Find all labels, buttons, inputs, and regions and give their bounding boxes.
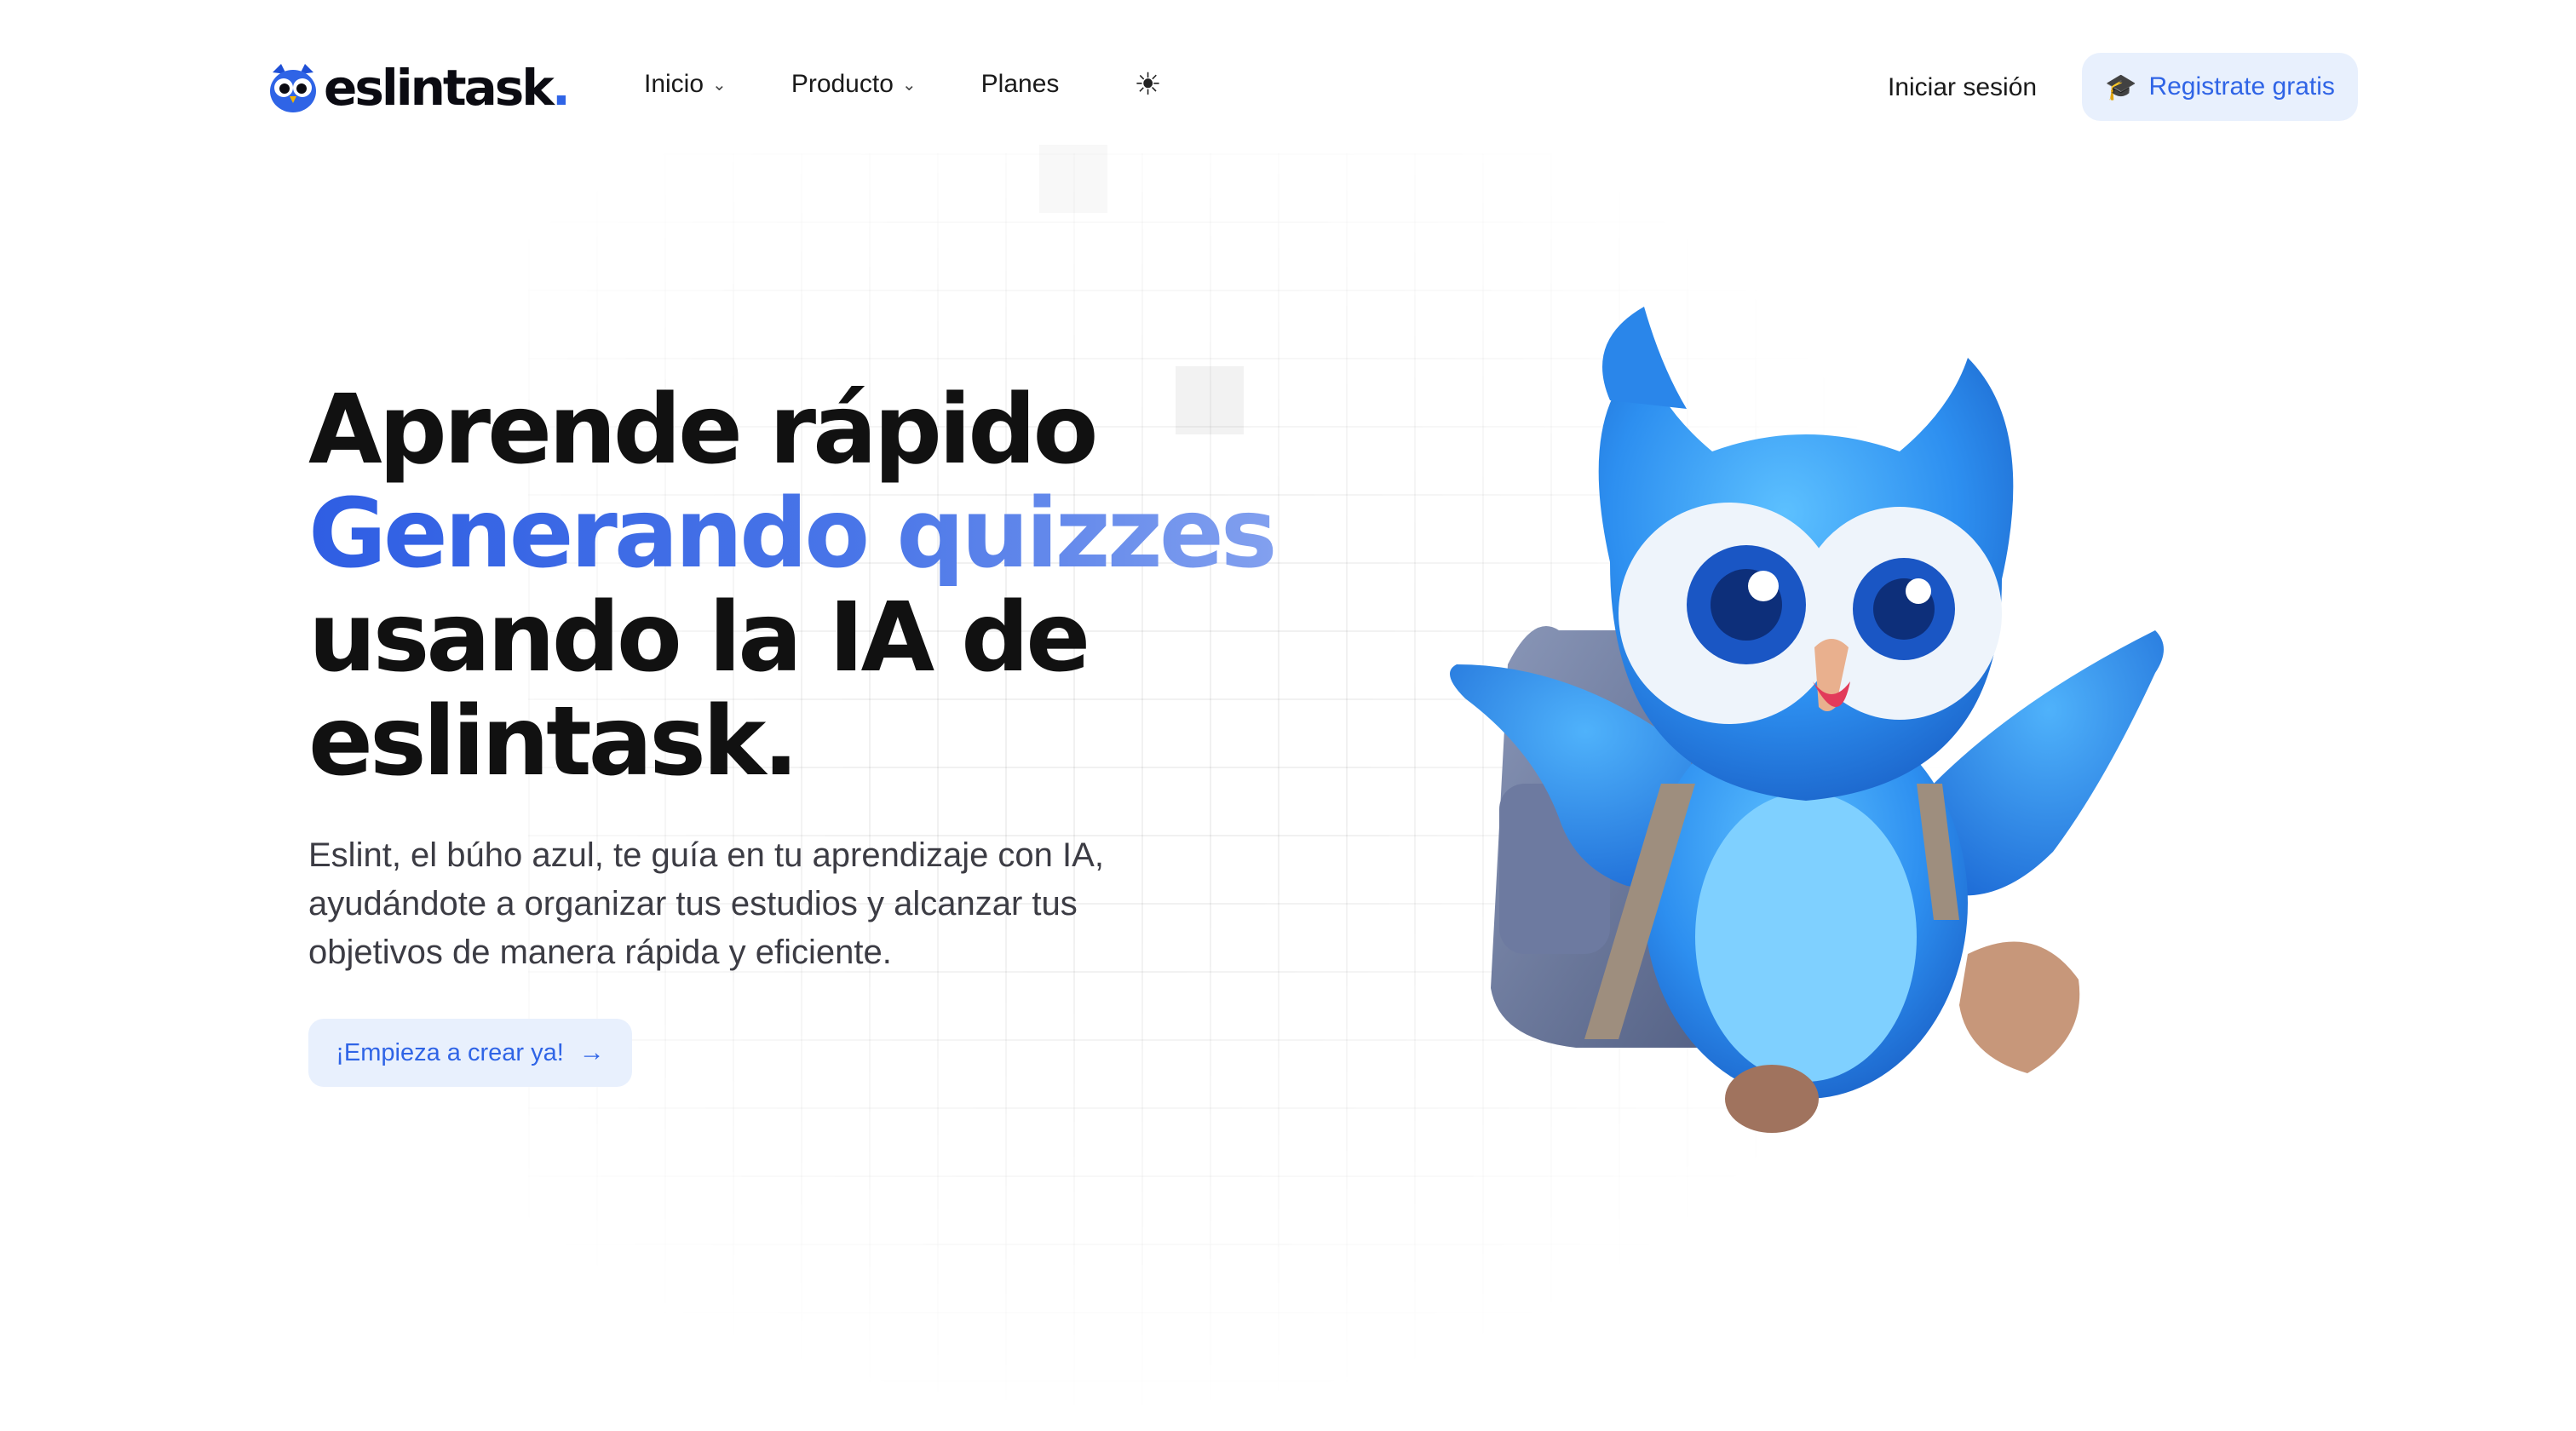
hero-section: Aprende rápido Generando quizzes usando … (308, 378, 1331, 794)
cta-label: ¡Empieza a crear ya! (336, 1038, 564, 1066)
arrow-right-icon: → (578, 1038, 605, 1066)
hero-description: Eslint, el búho azul, te guía en tu apre… (308, 836, 1104, 971)
start-creating-button[interactable]: ¡Empieza a crear ya! → (308, 1019, 632, 1087)
headline-highlight: Generando quizzes (308, 482, 1331, 586)
chevron-down-icon: ⌄ (901, 75, 917, 95)
nav-item-producto[interactable]: Producto ⌄ (791, 70, 917, 99)
owl-mascot-illustration (1450, 307, 2164, 1133)
brand-logo[interactable]: eslintask. (266, 56, 571, 119)
graduation-cap-icon: 🎓 (2105, 72, 2137, 101)
owl-logo-icon (270, 64, 316, 112)
nav-item-inicio[interactable]: Inicio ⌄ (644, 70, 727, 99)
nav-item-label: Planes (980, 70, 1060, 98)
login-link[interactable]: Iniciar sesión (1888, 73, 2037, 102)
nav-item-label: Producto (791, 70, 894, 98)
headline-line-4: eslintask. (308, 687, 799, 797)
nav-item-planes[interactable]: Planes (981, 70, 1060, 99)
brand-name: eslintask. (324, 59, 571, 117)
sun-icon[interactable]: ☀ (1134, 66, 1161, 102)
headline-line-3: usando la IA de (308, 583, 1090, 693)
hero-headline: Aprende rápido Generando quizzes usando … (308, 378, 1331, 794)
nav-item-label: Inicio (644, 70, 704, 98)
register-button[interactable]: 🎓 Registrate gratis (2082, 53, 2358, 121)
main-nav: Inicio ⌄ Producto ⌄ Planes ☀ (644, 66, 1162, 102)
site-header: eslintask. Inicio ⌄ Producto ⌄ Planes ☀ … (0, 0, 2576, 179)
register-label: Registrate gratis (2148, 72, 2335, 101)
chevron-down-icon: ⌄ (712, 75, 727, 95)
headline-line-1: Aprende rápido (308, 375, 1098, 486)
